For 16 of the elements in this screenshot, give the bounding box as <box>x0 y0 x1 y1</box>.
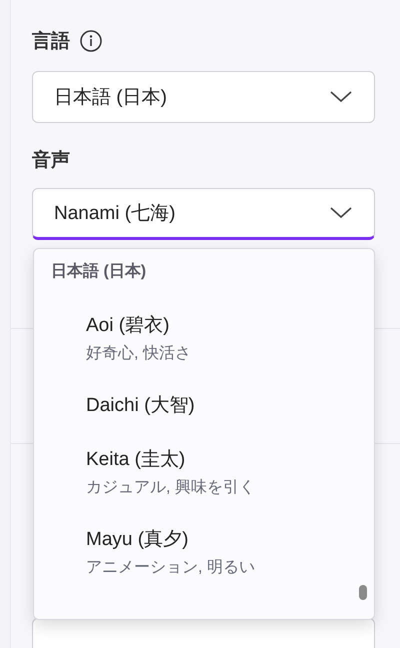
voice-option[interactable]: Daichi (大智) <box>86 392 374 418</box>
language-dropdown[interactable]: 日本語 (日本) <box>32 71 375 123</box>
info-icon[interactable] <box>80 30 102 52</box>
group-header: 日本語 (日本) <box>51 261 148 282</box>
scrollbar-thumb[interactable] <box>359 585 367 600</box>
voice-option[interactable]: Aoi (碧衣) <box>86 312 374 338</box>
voice-description: アニメーション, 明るい <box>86 558 256 578</box>
chevron-down-icon <box>330 91 352 103</box>
language-label: 言語 <box>32 30 70 54</box>
voice-description: カジュアル, 興味を引く <box>86 478 256 498</box>
voice-dropdown[interactable]: Nanami (七海) <box>32 188 375 240</box>
voice-label: 音声 <box>32 148 70 173</box>
voice-description: 好奇心, 快活さ <box>86 344 192 364</box>
chevron-down-icon <box>330 207 352 219</box>
voice-option[interactable]: Keita (圭太) <box>86 446 374 472</box>
voice-option[interactable]: Mayu (真夕) <box>86 526 374 552</box>
